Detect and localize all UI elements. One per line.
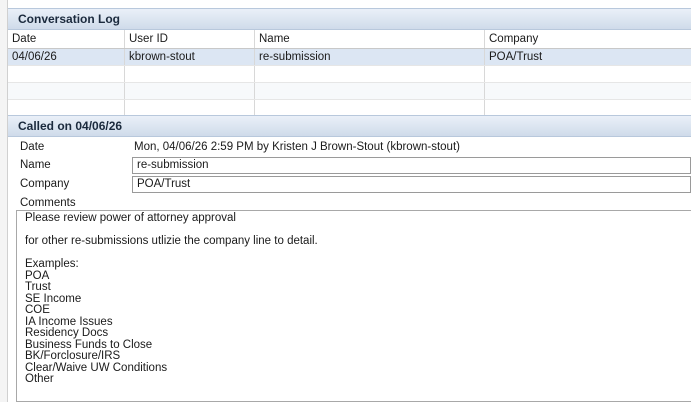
cell-company: POA/Trust (489, 51, 543, 63)
comment-line: BK/Forclosure/IRS (25, 350, 121, 362)
name-field[interactable]: re-submission (132, 157, 691, 174)
comments-label: Comments (20, 197, 76, 209)
column-header-name[interactable]: Name (255, 30, 485, 48)
cell-name: re-submission (255, 49, 485, 65)
comment-line: Examples: (25, 258, 79, 270)
name-row: Name re-submission (8, 157, 691, 175)
name-label: Name (20, 159, 51, 171)
call-detail-title: Called on 04/06/26 (8, 115, 691, 137)
table-row-empty (8, 66, 691, 83)
cell-user-id: kbrown-stout (125, 49, 255, 65)
column-header-date[interactable]: Date (8, 30, 125, 48)
column-header-user-id[interactable]: User ID (125, 30, 255, 48)
left-panel-edge (0, 0, 8, 402)
comment-line: COE (25, 304, 50, 316)
comment-blank-line (25, 248, 691, 260)
comment-line: POA (25, 269, 50, 282)
conversation-log-panel: Conversation Log Date User ID Name Compa… (8, 8, 691, 117)
table-header: Date User ID Name Company (8, 30, 691, 49)
comments-textarea[interactable]: Please review power of attorney approval… (16, 210, 691, 402)
call-detail-panel: Called on 04/06/26 Date Mon, 04/06/26 2:… (8, 115, 691, 402)
date-label: Date (20, 141, 45, 153)
comment-line: Residency Docs (25, 327, 109, 339)
table-row[interactable]: 04/06/26 kbrown-stout re-submission POA/… (8, 49, 691, 66)
date-row: Date Mon, 04/06/26 2:59 PM by Kristen J … (8, 139, 691, 157)
table-row-empty (8, 83, 691, 100)
comment-line: Please review power of attorney approval (25, 212, 236, 224)
comment-line: Clear/Waive UW Conditions (25, 361, 168, 374)
comment-line: Business Funds to Close (25, 338, 153, 351)
comment-line: SE Income (25, 292, 82, 305)
comment-line: Other (25, 373, 54, 385)
company-row: Company POA/Trust (8, 176, 691, 194)
conversation-log-title: Conversation Log (8, 8, 691, 30)
comment-line: for other re-submissions utlizie the com… (25, 235, 318, 247)
column-header-company[interactable]: Company (485, 30, 691, 48)
cell-date: 04/06/26 (8, 49, 125, 65)
company-label: Company (20, 178, 70, 190)
comment-line: Trust (25, 281, 51, 293)
date-value: Mon, 04/06/26 2:59 PM by Kristen J Brown… (134, 141, 460, 153)
comment-line: IA Income Issues (25, 315, 113, 328)
conversation-log-table: Date User ID Name Company 04/06/26 kbrow… (8, 30, 691, 117)
company-field[interactable]: POA/Trust (132, 176, 691, 193)
